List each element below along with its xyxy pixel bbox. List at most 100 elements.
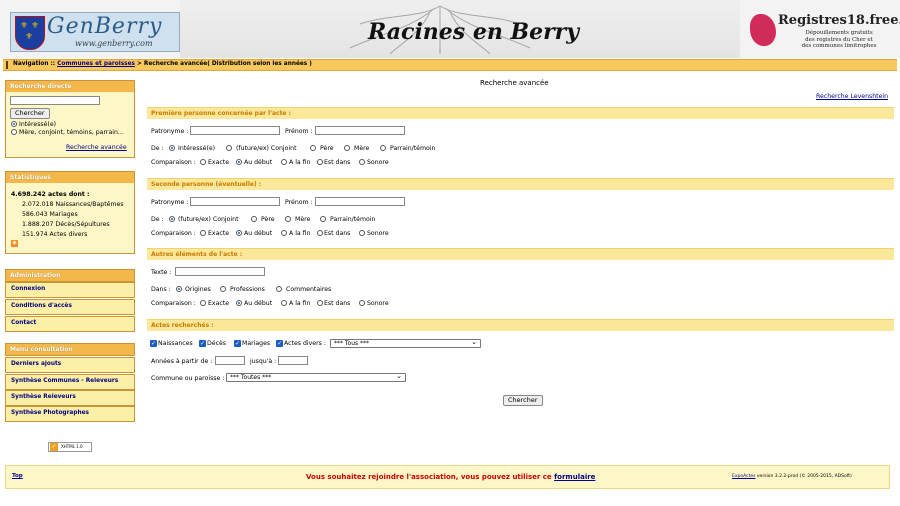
text-comp-fin-radio[interactable]: [281, 300, 287, 306]
checkbox-label: Mariages: [242, 340, 271, 347]
person2-de-mere-radio[interactable]: [285, 216, 291, 222]
comparaison-label: Comparaison :: [151, 300, 196, 307]
person1-de-conjoint-radio[interactable]: [226, 145, 232, 151]
breadcrumb-prefix: Navigation ::: [13, 61, 58, 67]
sidebar-item-label: Connexion: [11, 286, 46, 292]
patronyme-label: Patronyme :: [151, 199, 189, 206]
deces-checkbox[interactable]: ✓: [199, 340, 206, 347]
de-label: De :: [151, 216, 164, 223]
radio-label: A la fin: [289, 159, 311, 166]
person2-de-conjoint-radio[interactable]: [169, 216, 175, 222]
radio-label: Au début: [244, 300, 273, 307]
top-link[interactable]: Top: [12, 473, 23, 479]
breadcrumb-link-communes[interactable]: Communes et paroisses: [57, 61, 135, 67]
checkmark-icon: ✓: [50, 443, 58, 451]
section-title: Seconde personne (éventuelle) :: [151, 181, 262, 188]
breadcrumb-text: Navigation :: Communes et paroisses > Re…: [13, 61, 312, 67]
stats-line: 1.888.207 Décès/Sépultures: [22, 221, 110, 228]
direct-option-mere-radio[interactable]: [11, 129, 17, 135]
dans-commentaires-radio[interactable]: [276, 286, 282, 292]
breadcrumb: Navigation :: Communes et paroisses > Re…: [3, 59, 897, 71]
registres-subtitle: Dépouillements gratuits des registres du…: [790, 30, 888, 50]
person1-de-parrain-radio[interactable]: [380, 145, 386, 151]
radio-label: Père: [261, 216, 275, 223]
registres-title[interactable]: Registres18.free.fr: [778, 13, 900, 28]
page-title: Recherche avancée: [480, 79, 549, 87]
genberry-logo[interactable]: ⚜ ⚜ ⚜ GenBerry www.genberry.com: [10, 12, 180, 52]
person1-comp-fin-radio[interactable]: [281, 159, 287, 165]
text-comp-sonore-radio[interactable]: [359, 300, 365, 306]
rss-feed-icon[interactable]: ◉: [11, 240, 18, 247]
direct-search-button[interactable]: Chercher: [10, 108, 50, 119]
radio-label: Est dans: [324, 159, 351, 166]
actes-divers-checkbox[interactable]: ✓: [276, 340, 283, 347]
checkbox-label: Actes divers :: [284, 340, 326, 347]
person1-comp-sonore-radio[interactable]: [359, 159, 365, 165]
radio-label: Parrain/témoin: [390, 145, 436, 152]
radio-label: Au début: [244, 230, 273, 237]
sidebar-stats-box: 4.698.242 actes dont : 2.072.018 Naissan…: [5, 183, 135, 254]
sidebar-stats-title: Statistiques: [10, 174, 51, 181]
radio-label: Au début: [244, 159, 273, 166]
person1-patronyme-input[interactable]: [190, 126, 280, 135]
sidebar-item-synthese-communes[interactable]: Synthèse Communes - Releveurs: [5, 374, 135, 390]
person2-patronyme-input[interactable]: [190, 197, 280, 206]
annee-fin-input[interactable]: [278, 356, 308, 365]
direct-option-label: Intéressé(e): [19, 121, 57, 128]
expoactes-link[interactable]: ExpoActes: [732, 474, 755, 479]
person1-comp-dans-radio[interactable]: [317, 159, 323, 165]
breadcrumb-marker: [6, 61, 8, 69]
logo-title: GenBerry: [47, 14, 163, 39]
annee-debut-input[interactable]: [215, 356, 245, 365]
sidebar-item-conditions[interactable]: Conditions d'accès: [5, 299, 135, 315]
person1-prenom-input[interactable]: [315, 126, 405, 135]
radio-label: (future/ex) Conjoint: [236, 145, 297, 152]
sidebar-item-synthese-releveurs[interactable]: Synthèse Releveurs: [5, 390, 135, 406]
levenshtein-search-link[interactable]: Recherche Levenshtein: [816, 93, 888, 100]
dans-origines-radio[interactable]: [176, 286, 182, 292]
person1-comp-debut-radio[interactable]: [236, 159, 242, 165]
sidebar-item-synthese-photographes[interactable]: Synthèse Photographes: [5, 406, 135, 422]
actes-divers-select[interactable]: *** Tous ***: [330, 338, 481, 348]
person1-comp-exacte-radio[interactable]: [200, 159, 206, 165]
person2-comp-fin-radio[interactable]: [281, 230, 287, 236]
radio-label: Est dans: [324, 300, 351, 307]
dans-professions-radio[interactable]: [220, 286, 226, 292]
naissances-checkbox[interactable]: ✓: [150, 340, 157, 347]
person1-de-pere-radio[interactable]: [310, 145, 316, 151]
person2-comp-exacte-radio[interactable]: [200, 230, 206, 236]
submit-search-button[interactable]: Chercher: [503, 395, 543, 406]
sidebar-item-label: Derniers ajouts: [11, 361, 62, 367]
person2-de-parrain-radio[interactable]: [320, 216, 326, 222]
commune-select[interactable]: *** Toutes ***: [226, 372, 406, 382]
person1-de-mere-radio[interactable]: [344, 145, 350, 151]
direct-option-interesse-radio[interactable]: [11, 121, 17, 127]
xhtml-validator-badge[interactable]: ✓ XHTML 1.0: [48, 442, 92, 452]
sidebar-item-contact[interactable]: Contact: [5, 316, 135, 332]
dans-label: Dans :: [151, 286, 171, 293]
formulaire-link[interactable]: formulaire: [554, 473, 595, 481]
texte-input[interactable]: [175, 267, 265, 276]
sidebar-item-connexion[interactable]: Connexion: [5, 282, 135, 298]
annees-label: Années à partir de :: [151, 358, 213, 365]
de-label: De :: [151, 145, 164, 152]
person2-de-pere-radio[interactable]: [251, 216, 257, 222]
text-comp-exacte-radio[interactable]: [200, 300, 206, 306]
sidebar-direct-box: Chercher Intéressé(e) Mère, conjoint, té…: [5, 92, 135, 158]
person2-comp-dans-radio[interactable]: [317, 230, 323, 236]
footer-message: Vous souhaitez rejoindre l'association, …: [306, 473, 595, 481]
person2-comp-sonore-radio[interactable]: [359, 230, 365, 236]
person1-de-interesse-radio[interactable]: [169, 145, 175, 151]
mariages-checkbox[interactable]: ✓: [234, 340, 241, 347]
text-comp-debut-radio[interactable]: [236, 300, 242, 306]
person2-prenom-input[interactable]: [315, 197, 405, 206]
advanced-search-link[interactable]: Recherche avancée: [66, 144, 127, 151]
radio-label: (future/ex) Conjoint: [178, 216, 239, 223]
radio-label: Commentaires: [286, 286, 332, 293]
sidebar-admin-header: Administration: [5, 269, 135, 282]
sidebar-item-derniers-ajouts[interactable]: Derniers ajouts: [5, 357, 135, 373]
direct-search-input[interactable]: [10, 96, 100, 105]
person2-comp-debut-radio[interactable]: [236, 230, 242, 236]
sidebar-item-label: Synthèse Releveurs: [11, 394, 76, 400]
text-comp-dans-radio[interactable]: [317, 300, 323, 306]
